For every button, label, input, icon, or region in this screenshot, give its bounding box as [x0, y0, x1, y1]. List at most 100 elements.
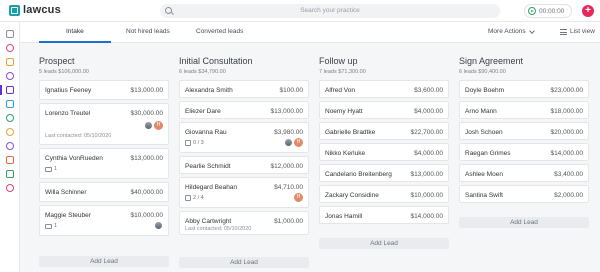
lead-card[interactable]: Alexandra Smith $100.00 [179, 80, 309, 98]
column-title: Follow up [319, 56, 358, 66]
tabs-bar: Intake Not hired leads Converted leads M… [20, 22, 600, 43]
add-button[interactable]: + [582, 5, 594, 17]
tab-intake[interactable]: Intake [66, 28, 84, 35]
card-list: Alfred Von $3,600.00 Noemy Hyatt $4,000.… [319, 80, 449, 227]
billing-icon[interactable] [6, 142, 14, 150]
lead-name: Cynthia VonRueden [45, 155, 103, 162]
avatar[interactable]: H [294, 193, 303, 202]
lead-card[interactable]: Maggie Steuber $10,000.00 1 [39, 205, 169, 236]
search-input[interactable]: Search your practice [160, 4, 500, 18]
comment-icon [45, 166, 52, 172]
avatar[interactable] [284, 138, 293, 147]
lead-amount: $20,000.00 [550, 129, 583, 136]
avatar[interactable] [154, 221, 163, 230]
lead-card[interactable]: Gabrielle Bradtke $22,700.00 [319, 122, 449, 140]
avatar[interactable]: H [294, 138, 303, 147]
timer-value: 00:00:00 [539, 7, 565, 15]
lead-card[interactable]: Jonas Hamill $14,000.00 [319, 206, 449, 224]
more-actions-button[interactable]: More Actions [488, 28, 526, 35]
list-view-button[interactable]: List view [570, 28, 595, 35]
add-lead-button[interactable]: Add Lead [319, 238, 449, 249]
app-name: lawcus [23, 4, 61, 16]
transfer-icon[interactable] [6, 170, 14, 178]
lead-card[interactable]: Hildegard Beahan $4,710.00 2 / 4 H [179, 177, 309, 208]
task-progress: 2 / 4 [193, 195, 204, 201]
play-icon [528, 7, 536, 15]
lead-name: Zackary Considine [325, 192, 379, 199]
lead-name: Raegan Grimes [465, 150, 511, 157]
lead-amount: $13,000.00 [270, 108, 303, 115]
calendar-icon[interactable] [6, 100, 14, 108]
briefcase-icon[interactable] [0, 85, 14, 95]
logo[interactable]: lawcus [9, 4, 61, 16]
home-icon[interactable] [6, 30, 14, 38]
avatar[interactable] [144, 121, 153, 130]
lead-amount: $13,000.00 [410, 171, 443, 178]
lead-card[interactable]: Giovanna Rau $3,980.00 0 / 3 H [179, 122, 309, 153]
lead-card[interactable]: Abby Cartwright $1,000.00 Last contacted… [179, 211, 309, 235]
lead-card[interactable]: Willa Schinner $40,000.00 [39, 182, 169, 202]
add-lead-button[interactable]: Add Lead [459, 217, 589, 228]
sidebar [0, 22, 20, 272]
phone-icon[interactable] [6, 184, 14, 192]
list-icon [560, 29, 567, 35]
contact-icon[interactable] [6, 72, 14, 80]
column-title: Initial Consultation [179, 56, 253, 66]
lead-name: Arno Mann [465, 108, 497, 115]
lead-name: Alfred Von [325, 87, 355, 94]
check-circle-icon[interactable] [6, 44, 14, 52]
lead-card[interactable]: Zackary Considine $10,000.00 [319, 185, 449, 203]
last-contacted: Last contacted: 05/10/2020 [185, 226, 252, 232]
dollar-icon[interactable] [6, 128, 14, 136]
tab-not-hired-leads[interactable]: Not hired leads [126, 28, 170, 35]
lead-amount: $23,000.00 [550, 87, 583, 94]
column-summary: 7 leads $71,300.00 [319, 69, 366, 75]
avatar[interactable]: H [154, 121, 163, 130]
lead-card[interactable]: Ashlee Moen $3,400.00 [459, 164, 589, 182]
lead-card[interactable]: Noemy Hyatt $4,000.00 [319, 101, 449, 119]
lead-amount: $40,000.00 [130, 189, 163, 196]
lead-card[interactable]: Ignatius Feeney $13,000.00 [39, 80, 169, 100]
lead-card[interactable]: Doyle Boehm $23,000.00 [459, 80, 589, 98]
lead-card[interactable]: Raegan Grimes $14,000.00 [459, 143, 589, 161]
timer-button[interactable]: 00:00:00 [524, 4, 572, 18]
lead-card[interactable]: Josh Schoen $20,000.00 [459, 122, 589, 140]
lead-amount: $14,000.00 [550, 150, 583, 157]
lead-name: Santina Swift [465, 192, 503, 199]
lead-amount: $14,000.00 [410, 213, 443, 220]
lead-card[interactable]: Lorenzo Treutel $30,000.00 Last contacte… [39, 103, 169, 145]
lead-card[interactable]: Cynthia VonRueden $13,000.00 1 [39, 148, 169, 179]
chevron-down-icon [529, 28, 535, 34]
lead-card[interactable]: Nikko Kerluke $4,000.00 [319, 143, 449, 161]
lead-name: Ignatius Feeney [45, 87, 92, 94]
card-list: Alexandra Smith $100.00 Eliezer Dare $13… [179, 80, 309, 238]
lead-amount: $10,000.00 [410, 192, 443, 199]
lead-card[interactable]: Pearlie Schmidt $12,000.00 [179, 156, 309, 174]
lead-name: Abby Cartwright [185, 218, 232, 225]
lead-amount: $13,000.00 [130, 87, 163, 94]
column-summary: 6 leads $90,400.00 [459, 69, 506, 75]
lead-amount: $3,600.00 [414, 87, 443, 94]
lead-card[interactable]: Candelario Breitenberg $13,000.00 [319, 164, 449, 182]
lead-amount: $13,000.00 [130, 155, 163, 162]
lead-card[interactable]: Eliezer Dare $13,000.00 [179, 101, 309, 119]
lead-card[interactable]: Santina Swift $2,000.00 [459, 185, 589, 203]
task-progress: 0 / 3 [193, 140, 204, 146]
active-tab-indicator [39, 41, 111, 43]
add-lead-button[interactable]: Add Lead [39, 256, 169, 267]
folder-icon[interactable] [6, 58, 14, 66]
lead-card[interactable]: Arno Mann $18,000.00 [459, 101, 589, 119]
lead-card[interactable]: Alfred Von $3,600.00 [319, 80, 449, 98]
clock-icon[interactable] [6, 114, 14, 122]
add-lead-button[interactable]: Add Lead [179, 257, 309, 268]
logo-icon [9, 4, 20, 16]
lead-amount: $12,000.00 [270, 163, 303, 170]
lead-amount: $10,000.00 [130, 212, 163, 219]
tab-converted-leads[interactable]: Converted leads [196, 28, 243, 35]
lead-name: Candelario Breitenberg [325, 171, 392, 178]
search-placeholder: Search your practice [300, 7, 360, 14]
checklist-icon [185, 140, 191, 146]
lead-name: Gabrielle Bradtke [325, 129, 376, 136]
lead-amount: $30,000.00 [130, 110, 163, 117]
documents-icon[interactable] [6, 156, 14, 164]
